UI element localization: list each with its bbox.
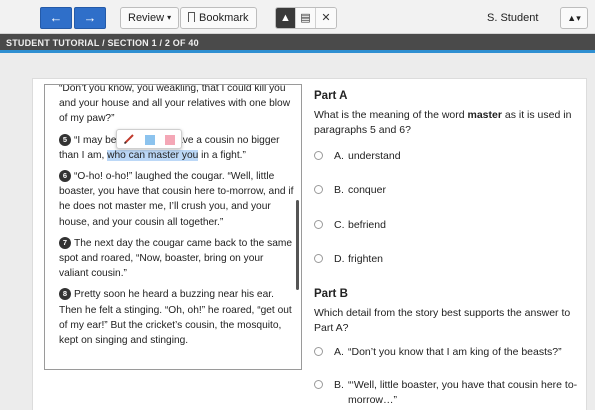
bookmark-icon	[188, 12, 195, 22]
next-button[interactable]: →	[74, 7, 106, 29]
tool-group: ▲ ▤ ✕	[275, 7, 337, 29]
radio-button[interactable]	[314, 185, 323, 194]
pointer-icon: ▲	[280, 12, 291, 24]
review-label: Review	[128, 12, 165, 24]
note-icon: ▤	[300, 12, 311, 24]
option-text: frighten	[348, 253, 384, 265]
review-button[interactable]: Review ▾	[120, 7, 180, 29]
arrow-left-icon: ←	[49, 10, 63, 25]
arrow-right-icon: →	[83, 10, 97, 25]
paragraph-text: in a fight.”	[198, 149, 246, 161]
option-letter: B.	[334, 379, 344, 391]
user-icon: ▲▾	[567, 13, 581, 23]
passage-panel[interactable]: “Don’t you know, you weakling, that I co…	[44, 84, 302, 370]
highlight-pink-swatch[interactable]	[165, 135, 175, 145]
passage-paragraph: “Don’t you know, you weakling, that I co…	[59, 84, 291, 125]
highlighted-text[interactable]: who can master you	[107, 149, 199, 161]
paragraph-number: 8	[59, 288, 71, 301]
option-text: conquer	[348, 184, 386, 196]
radio-button[interactable]	[314, 254, 323, 263]
option-text: “Don’t you know that I am king of the be…	[348, 346, 562, 358]
paragraph-number: 7	[59, 236, 71, 249]
option-letter: D.	[334, 253, 345, 265]
option-letter: C.	[334, 219, 345, 231]
previous-button[interactable]: ←	[40, 7, 72, 29]
breadcrumb: STUDENT TUTORIAL / SECTION 1 / 2 OF 40	[6, 38, 199, 48]
option-letter: A.	[334, 150, 344, 162]
radio-button[interactable]	[314, 220, 323, 229]
cross-out-tool[interactable]: ✕	[316, 8, 336, 28]
highlight-blue-swatch[interactable]	[145, 135, 155, 145]
breadcrumb-bar: STUDENT TUTORIAL / SECTION 1 / 2 OF 40	[0, 34, 595, 53]
option-text: “‘Well, little boaster, you have that co…	[348, 379, 578, 406]
part-a-title: Part A	[314, 90, 348, 102]
paragraph-text: The next day the cougar came back to the…	[59, 237, 293, 280]
radio-button[interactable]	[314, 347, 323, 356]
paragraph-number: 6	[59, 170, 71, 183]
part-a-stem: What is the meaning of the word master a…	[314, 108, 580, 138]
option-letter: B.	[334, 184, 344, 196]
passage-text: “Don’t you know, you weakling, that I co…	[59, 84, 295, 354]
user-name: S. Student	[487, 12, 539, 24]
top-toolbar: ← → Review ▾ Bookmark ▲ ▤ ✕ S. Student ▲▾	[0, 0, 595, 34]
part-b-stem: Which detail from the story best support…	[314, 307, 571, 334]
paragraph-text: “O-ho! o-ho!” laughed the cougar. “Well,…	[59, 171, 294, 228]
option-text: understand	[348, 150, 401, 162]
radio-button[interactable]	[314, 380, 323, 389]
user-menu-button[interactable]: ▲▾	[560, 7, 588, 29]
note-tool[interactable]: ▤	[296, 8, 316, 28]
passage-paragraph-6: 6 “O-ho! o-ho!” laughed the cougar. “Well…	[59, 169, 295, 230]
pointer-tool[interactable]: ▲	[276, 8, 296, 28]
radio-button[interactable]	[314, 151, 323, 160]
highlighter-popup	[116, 129, 182, 149]
option-text: befriend	[348, 219, 386, 231]
paragraph-number: 5	[59, 133, 71, 146]
option-letter: A.	[334, 346, 344, 358]
passage-paragraph-7: 7 The next day the cougar came back to th…	[59, 236, 295, 282]
pen-icon[interactable]	[123, 133, 135, 145]
passage-scrollbar[interactable]	[296, 200, 299, 290]
bookmark-label: Bookmark	[199, 12, 249, 24]
cross-out-icon: ✕	[321, 12, 331, 24]
stem-text: What is the meaning of the word	[314, 109, 468, 121]
passage-paragraph-8: 8 Pretty soon he heard a buzzing near his…	[59, 287, 295, 348]
bookmark-button[interactable]: Bookmark	[180, 7, 257, 29]
paragraph-text: Pretty soon he heard a buzzing near his …	[59, 289, 292, 347]
stem-keyword: master	[467, 109, 502, 121]
caret-down-icon: ▾	[167, 13, 172, 22]
part-b-title: Part B	[314, 288, 348, 300]
